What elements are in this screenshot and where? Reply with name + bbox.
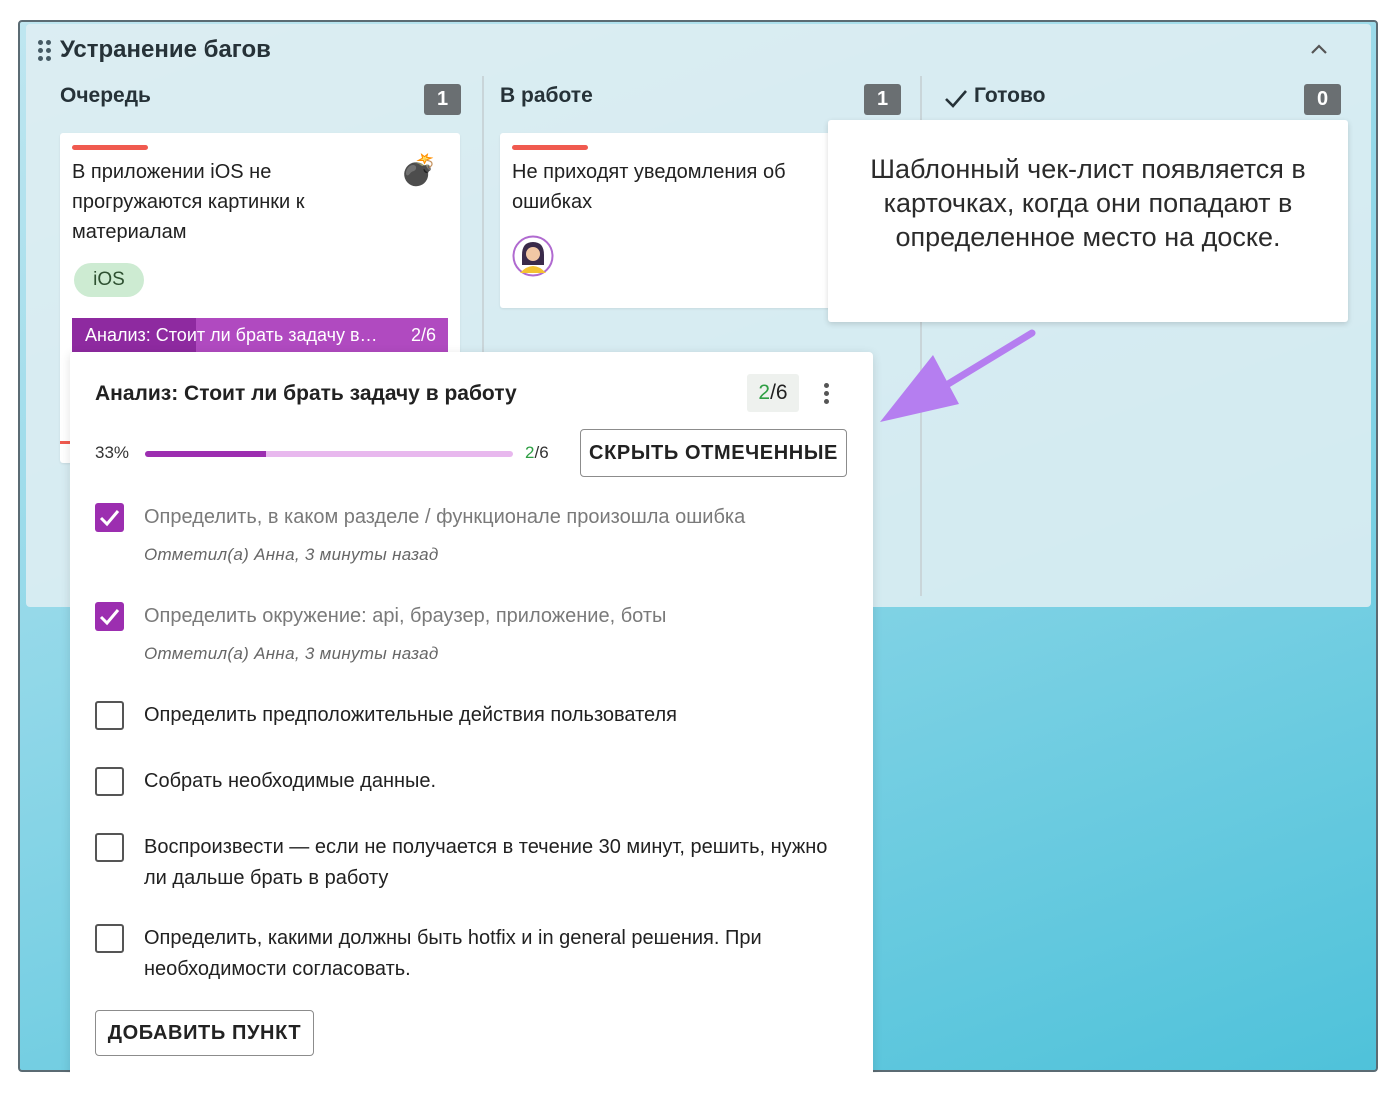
checklist-item-text: Определить предположительные действия по… — [144, 704, 678, 726]
checklist-count: 2/6 — [747, 374, 799, 412]
checklist-total-count: /6 — [770, 381, 788, 404]
progress-bar — [145, 451, 513, 457]
checklist-strip-count: 2/6 — [410, 325, 436, 345]
arrow-pointer-icon — [880, 329, 1036, 422]
drag-handle-icon[interactable] — [38, 40, 54, 62]
task-card-notifications[interactable]: Не приходят уведомления об ошибках — [500, 133, 860, 308]
checklist-item-meta: Отметил(а) Анна, 3 минуты назад — [144, 545, 439, 564]
checklist-strip[interactable]: Анализ: Стоит ли брать задачу в… 2/6 — [72, 318, 448, 352]
column-count-in-work: 1 — [864, 84, 901, 115]
checkmark-icon — [99, 510, 120, 527]
column-count-done: 0 — [1304, 84, 1341, 115]
card-title: Не приходят уведомления об ошибках — [512, 161, 786, 213]
progress-count: 2/6 — [525, 443, 549, 463]
bomb-icon: 💣 — [400, 154, 438, 187]
checklist-panel: Анализ: Стоит ли брать задачу в работу 2… — [70, 352, 873, 1093]
hint-tooltip: Шаблонный чек-лист появляется в карточка… — [828, 120, 1348, 322]
hint-text: Шаблонный чек-лист появляется в карточка… — [870, 154, 1306, 252]
tag-ios[interactable]: iOS — [74, 263, 144, 297]
checklist-item-text: Определить, в каком разделе / функционал… — [144, 506, 746, 528]
user-avatar-icon[interactable] — [512, 235, 554, 277]
checkbox-checked[interactable] — [95, 602, 124, 631]
checkmark-icon — [99, 609, 120, 626]
checkbox-unchecked[interactable] — [95, 833, 124, 862]
priority-bar — [512, 145, 588, 150]
checkbox-unchecked[interactable] — [95, 701, 124, 730]
checklist-done-count: 2 — [758, 381, 771, 404]
column-header-in-work: В работе — [500, 84, 593, 107]
add-item-button[interactable]: ДОБАВИТЬ ПУНКТ — [95, 1010, 314, 1056]
column-count-queue: 1 — [424, 84, 461, 115]
progress-bar-fill — [145, 451, 267, 457]
checkbox-unchecked[interactable] — [95, 924, 124, 953]
checkbox-unchecked[interactable] — [95, 767, 124, 796]
checklist-item-text: Определить, какими должны быть hotfix и … — [144, 927, 762, 980]
board-title: Устранение багов — [60, 36, 271, 63]
checklist-title: Анализ: Стоит ли брать задачу в работу — [95, 382, 517, 405]
progress-percent: 33% — [95, 443, 130, 462]
checklist-item-meta: Отметил(а) Анна, 3 минуты назад — [144, 644, 439, 663]
column-header-done: Готово — [974, 84, 1046, 107]
checkbox-checked[interactable] — [95, 503, 124, 532]
priority-bar — [72, 145, 148, 150]
checklist-strip-title: Анализ: Стоит ли брать задачу в… — [85, 325, 378, 345]
page-bottom-margin — [0, 1073, 1400, 1093]
chevron-up-icon[interactable] — [1308, 38, 1330, 60]
more-vertical-icon[interactable] — [822, 383, 832, 405]
checkmark-icon — [945, 90, 967, 108]
checklist-item-text: Воспроизвести — если не получается в теч… — [144, 836, 828, 889]
column-header-queue: Очередь — [60, 84, 151, 107]
card-title: В приложении iOS не прогружаются картинк… — [72, 161, 305, 243]
checklist-item-text: Определить окружение: api, браузер, прил… — [144, 605, 667, 627]
hide-checked-button[interactable]: СКРЫТЬ ОТМЕЧЕННЫЕ — [580, 429, 847, 477]
checklist-item-text: Собрать необходимые данные. — [144, 770, 437, 792]
progress-total-count: /6 — [534, 443, 549, 462]
